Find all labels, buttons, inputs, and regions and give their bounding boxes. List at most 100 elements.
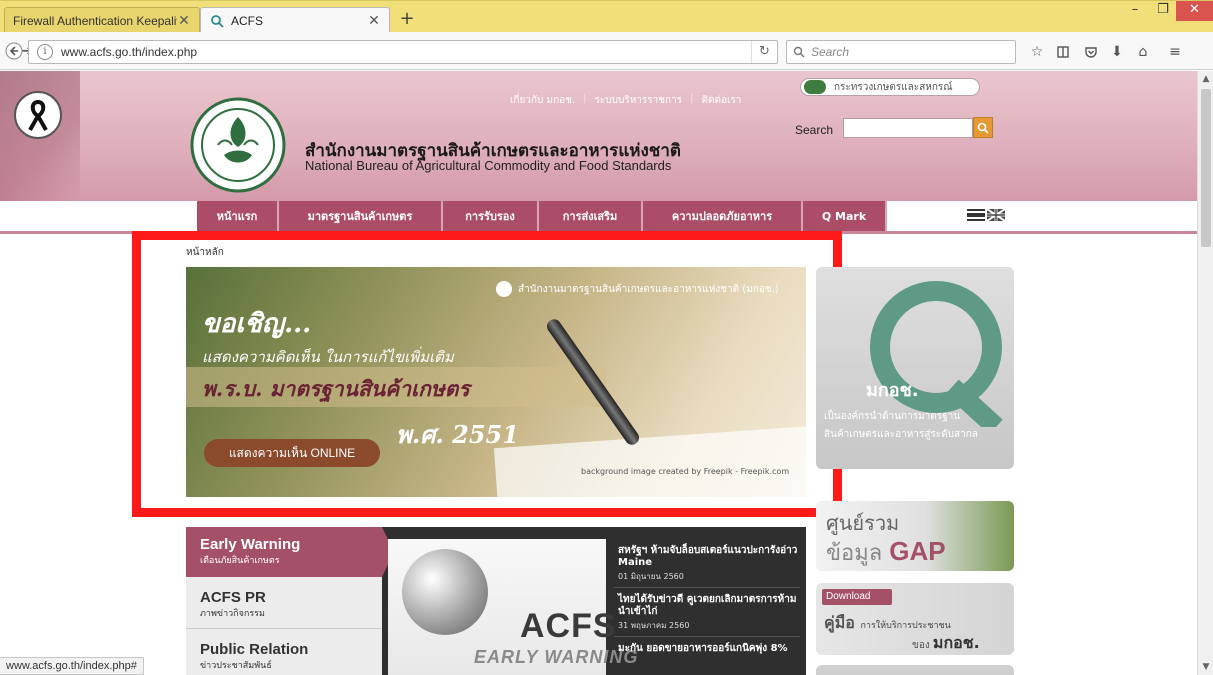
search-icon: [977, 122, 989, 134]
tab-title: Public Relation: [200, 641, 309, 658]
news-divider: [614, 587, 800, 588]
tab-title: ACFS PR: [200, 589, 266, 606]
manual-sub: การให้บริการประชาชน: [860, 621, 951, 631]
nav-item-standards[interactable]: มาตรฐานสินค้าเกษตร: [279, 201, 443, 231]
download-icon[interactable]: ⬇: [1108, 43, 1126, 61]
tab-subtitle: ภาพข่าวกิจกรรม: [200, 609, 265, 619]
gap-line2-text: ข้อมูล: [826, 541, 883, 566]
news-title: ไทยได้รับข่าวดี คูเวตยกเลิกมาตรการห้ามนำ…: [618, 594, 797, 617]
manual-label: คู่มือ: [824, 613, 855, 632]
org-name-english: National Bureau of Agricultural Commodit…: [305, 158, 672, 173]
highlight-frame: [132, 231, 842, 517]
ew-logo-text: ACFS: [520, 607, 617, 645]
nav-item-certification[interactable]: การรับรอง: [443, 201, 539, 231]
separator: |: [690, 93, 694, 104]
site-search-button[interactable]: [973, 117, 993, 138]
separator: |: [583, 93, 587, 104]
reading-list-icon[interactable]: [1054, 43, 1072, 61]
ministry-logo-icon: [804, 80, 826, 94]
q-mark-box[interactable]: มกอช. เป็นองค์กรนำด้านการมาตรฐาน สินค้าเ…: [816, 267, 1014, 469]
site-header: สำนักงานมาตรฐานสินค้าเกษตรและอาหารแห่งชา…: [0, 71, 1197, 201]
news-divider: [614, 636, 800, 637]
ministry-link[interactable]: กระทรวงเกษตรและสหกรณ์: [800, 78, 980, 96]
top-link-admin[interactable]: ระบบบริหารราชการ: [595, 93, 683, 108]
news-item[interactable]: มะกัน ยอดขายอาหารออร์แกนิคพุ่ง 8%: [618, 643, 798, 656]
news-item[interactable]: ไทยได้รับข่าวดี คูเวตยกเลิกมาตรการห้ามนำ…: [618, 594, 798, 632]
pocket-icon[interactable]: [1082, 43, 1100, 61]
nav-toolbar: ➜ i www.acfs.go.th/index.php ↻ Search ☆ …: [0, 32, 1213, 70]
news-title: มะกัน ยอดขายอาหารออร์แกนิคพุ่ง 8%: [618, 643, 788, 654]
new-tab-button[interactable]: +: [396, 9, 418, 31]
tab-firewall[interactable]: Firewall Authentication Keepaliv ✕: [4, 7, 200, 33]
page-viewport: สำนักงานมาตรฐานสินค้าเกษตรและอาหารแห่งชา…: [0, 71, 1197, 675]
section-tabs: Early Warning เตือนภัยสินค้าเกษตร ACFS P…: [186, 527, 394, 675]
vertical-scrollbar[interactable]: ▲ ▼: [1197, 71, 1213, 675]
news-date: 31 พฤษภาคม 2560: [618, 621, 690, 630]
early-warning-image[interactable]: ACFS EARLY WARNING: [388, 539, 637, 675]
q-box-desc: เป็นองค์กรนำด้านการมาตรฐาน: [824, 411, 961, 422]
gap-label: GAP: [889, 536, 946, 566]
nav-item-home[interactable]: หน้าแรก: [197, 201, 279, 231]
news-title: สหรัฐฯ ห้ามจับล็อบสเตอร์แนวปะการังอ่าว M…: [618, 545, 798, 568]
top-links: เกี่ยวกับ มกอช. | ระบบบริหารราชการ | ติด…: [510, 93, 741, 108]
download-badge: Download: [822, 589, 892, 605]
tab-early-warning[interactable]: Early Warning เตือนภัยสินค้าเกษตร: [186, 527, 394, 577]
manual-of: ของ: [912, 640, 930, 651]
black-ribbon-icon: [14, 91, 62, 139]
browser-search-input[interactable]: Search: [786, 40, 1016, 64]
search-icon: [793, 46, 805, 58]
tab-acfs-pr[interactable]: ACFS PR ภาพข่าวกิจกรรม: [186, 581, 382, 629]
manual-org-name: มกอช.: [932, 633, 980, 652]
acfs-emblem-icon[interactable]: [188, 95, 288, 195]
scroll-up-icon[interactable]: ▲: [1198, 71, 1213, 87]
next-banner-box[interactable]: [816, 665, 1014, 675]
url-text[interactable]: www.acfs.go.th/index.php: [61, 45, 751, 59]
tab-title: Early Warning: [200, 536, 301, 553]
site-search-input[interactable]: [843, 118, 973, 138]
download-manual-box[interactable]: Download คู่มือ การให้บริการประชาชน ของ …: [816, 583, 1014, 655]
nav-item-q-mark[interactable]: Q Mark: [803, 201, 887, 231]
scroll-down-icon[interactable]: ▼: [1198, 659, 1213, 675]
search-icon: [209, 13, 225, 29]
q-box-title: มกอช.: [866, 380, 919, 401]
close-icon[interactable]: ✕: [177, 12, 191, 29]
url-bar[interactable]: i www.acfs.go.th/index.php ↻: [28, 40, 778, 64]
manual-org: ของ มกอช.: [912, 631, 980, 655]
bookmark-star-icon[interactable]: ☆: [1028, 43, 1046, 61]
globe-icon: [402, 549, 488, 635]
main-navigation: หน้าแรก มาตรฐานสินค้าเกษตร การรับรอง การ…: [197, 201, 887, 231]
tab-acfs[interactable]: ACFS ✕: [200, 7, 390, 33]
gap-line2: ข้อมูล GAP: [826, 535, 946, 570]
home-icon[interactable]: ⌂: [1134, 43, 1152, 61]
language-switcher: [967, 209, 1005, 221]
site-search-label: Search: [795, 123, 834, 137]
tab-subtitle: เตือนภัยสินค้าเกษตร: [200, 556, 280, 566]
tab-public-relation[interactable]: Public Relation ข่าวประชาสัมพันธ์: [186, 633, 382, 675]
ministry-label: กระทรวงเกษตรและสหกรณ์: [834, 81, 953, 93]
nav-item-food-safety[interactable]: ความปลอดภัยอาหาร: [643, 201, 803, 231]
top-link-contact[interactable]: ติดต่อเรา: [701, 93, 741, 108]
q-logo-icon: [870, 281, 1003, 427]
tab-title: Firewall Authentication Keepaliv: [13, 13, 177, 28]
top-link-about[interactable]: เกี่ยวกับ มกอช.: [510, 93, 575, 108]
maximize-button[interactable]: ❐: [1146, 1, 1180, 21]
tab-subtitle: ข่าวประชาสัมพันธ์: [200, 661, 272, 671]
status-bar-url: www.acfs.go.th/index.php#: [0, 657, 144, 675]
uk-flag-icon[interactable]: [987, 209, 1005, 221]
gap-info-box[interactable]: ศูนย์รวม ข้อมูล GAP: [816, 501, 1014, 571]
info-icon[interactable]: i: [37, 44, 53, 60]
close-window-button[interactable]: ✕: [1176, 1, 1213, 21]
menu-icon[interactable]: ≡: [1166, 43, 1184, 61]
nav-item-promotion[interactable]: การส่งเสริม: [539, 201, 643, 231]
tab-title: ACFS: [231, 13, 264, 28]
news-date: 01 มิถุนายน 2560: [618, 572, 684, 581]
news-item[interactable]: สหรัฐฯ ห้ามจับล็อบสเตอร์แนวปะการังอ่าว M…: [618, 545, 798, 583]
search-placeholder: Search: [811, 45, 850, 59]
close-icon[interactable]: ✕: [367, 12, 381, 29]
q-box-desc: สินค้าเกษตรและอาหารสู่ระดับสากล: [824, 429, 978, 440]
scroll-thumb[interactable]: [1201, 89, 1211, 247]
ew-sub-text: EARLY WARNING: [474, 647, 639, 667]
thai-flag-icon[interactable]: [967, 209, 985, 221]
reload-icon[interactable]: ↻: [751, 41, 777, 63]
tab-strip: Firewall Authentication Keepaliv ✕ ACFS …: [0, 0, 1213, 33]
